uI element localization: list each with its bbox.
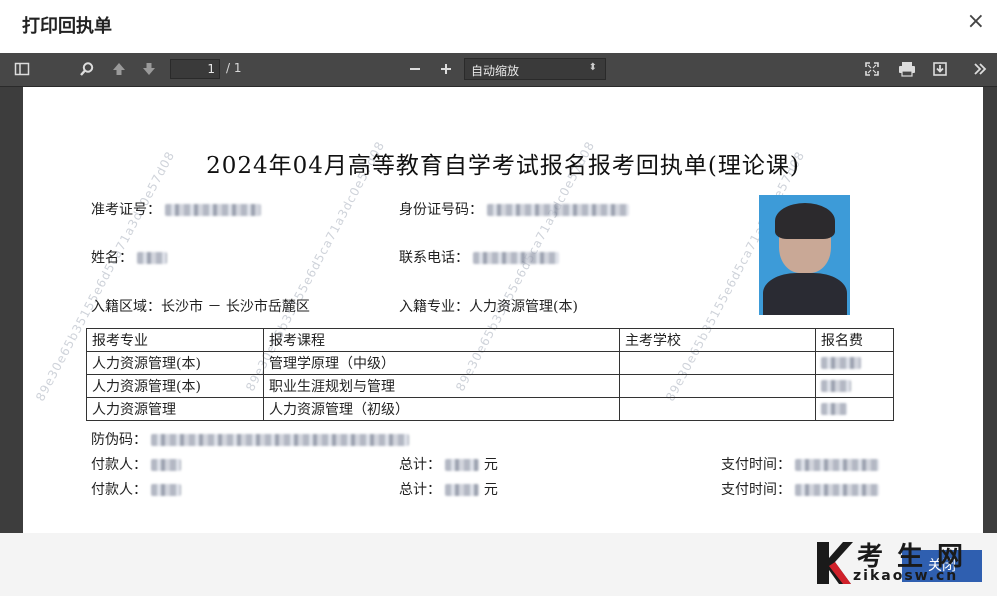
pay-time-field: 支付时间： [721,479,880,499]
close-icon[interactable]: × [967,10,985,34]
site-logo: 考生网 zikaosw.cn [815,538,990,594]
table-row: 人力资源管理(本) 职业生涯规划与管理 [86,374,894,398]
logo-url: zikaosw.cn [853,568,959,584]
course-table: 报考专业 报考课程 主考学校 报名费 人力资源管理(本) 管理学原理（中级） 人… [86,328,894,421]
next-page-icon[interactable] [138,59,160,79]
payer-label: 付款人： [91,457,147,473]
logo-k-icon [817,542,853,584]
redacted-value [151,434,410,446]
cell-major: 人力资源管理(本) [86,374,264,398]
cell-course: 人力资源管理（初级） [263,397,620,421]
column-header: 主考学校 [619,328,816,352]
total-field: 总计： 元 [399,454,498,474]
payer-label: 付款人： [91,482,147,498]
phone-label: 联系电话： [399,250,469,266]
redacted-value [151,484,182,496]
select-arrows-icon: ⬍ [588,62,597,73]
table-header-row: 报考专业 报考课程 主考学校 报名费 [86,328,894,352]
pdf-viewer: 1 / 1 自动缩放 ⬍ 89e30e65b35155e6d5ca71a3dc0… [0,53,997,533]
exam-id-field: 准考证号： [91,199,262,219]
redacted-value [445,484,480,496]
dialog-header: 打印回执单 × [0,0,997,50]
cell-school [619,397,816,421]
redacted-value [473,252,560,264]
table-row: 人力资源管理 人力资源管理（初级） [86,397,894,421]
major-value: 人力资源管理(本) [469,299,578,315]
redacted-value [165,204,262,216]
cell-school [619,351,816,375]
anti-fake-field: 防伪码： [91,429,410,449]
redacted-value [137,252,168,264]
download-icon[interactable] [929,59,951,79]
region-field: 入籍区域：长沙市 － 长沙市岳麓区 [91,296,310,316]
print-icon[interactable] [896,59,918,79]
zoom-out-icon[interactable] [404,59,426,79]
document-title: 2024年04月高等教育自学考试报名报考回执单(理论课) [206,153,800,179]
region-label: 入籍区域： [91,299,161,315]
redacted-value [151,459,182,471]
exam-id-label: 准考证号： [91,202,161,218]
cell-school [619,374,816,398]
page-count: / 1 [226,61,242,75]
total-label: 总计： [399,457,441,473]
phone-field: 联系电话： [399,247,560,267]
pay-time-label: 支付时间： [721,457,791,473]
pdf-toolbar: 1 / 1 自动缩放 ⬍ [0,53,997,87]
sidebar-toggle-icon[interactable] [11,59,33,79]
redacted-value [795,459,880,471]
pay-time-field: 支付时间： [721,454,880,474]
anti-fake-label: 防伪码： [91,432,147,448]
major-field: 入籍专业：人力资源管理(本) [399,296,578,316]
column-header: 报考课程 [263,328,620,352]
total-label: 总计： [399,482,441,498]
cell-fee [815,351,894,375]
previous-page-icon[interactable] [108,59,130,79]
cell-course: 管理学原理（中级） [263,351,620,375]
zoom-in-icon[interactable] [435,59,457,79]
name-field: 姓名： [91,247,168,267]
major-label: 入籍专业： [399,299,469,315]
page-number-input[interactable]: 1 [170,59,220,79]
region-value: 长沙市 － 长沙市岳麓区 [161,299,310,315]
total-field: 总计： 元 [399,479,498,499]
id-card-label: 身份证号码： [399,202,483,218]
zoom-select-value: 自动缩放 [471,64,520,78]
search-icon[interactable] [76,59,98,79]
redacted-value [795,484,880,496]
id-card-field: 身份证号码： [399,199,630,219]
name-label: 姓名： [91,250,133,266]
redacted-value [487,204,630,216]
cell-fee [815,397,894,421]
payer-field: 付款人： [91,454,182,474]
cell-course: 职业生涯规划与管理 [263,374,620,398]
more-tools-icon[interactable] [969,59,991,79]
fullscreen-icon[interactable] [861,59,883,79]
total-unit: 元 [483,457,498,473]
cell-fee [815,374,894,398]
redacted-value [445,459,480,471]
cell-major: 人力资源管理 [86,397,264,421]
column-header: 报考专业 [86,328,264,352]
document-page: 89e30e65b35155e6d5ca71a3dc0e57d08 89e30e… [23,87,983,533]
dialog-title: 打印回执单 [22,16,112,37]
cell-major: 人力资源管理(本) [86,351,264,375]
applicant-photo [759,195,850,315]
zoom-select[interactable]: 自动缩放 ⬍ [464,58,606,80]
payer-field: 付款人： [91,479,182,499]
pay-time-label: 支付时间： [721,482,791,498]
table-row: 人力资源管理(本) 管理学原理（中级） [86,351,894,375]
column-header: 报名费 [815,328,894,352]
total-unit: 元 [483,482,498,498]
